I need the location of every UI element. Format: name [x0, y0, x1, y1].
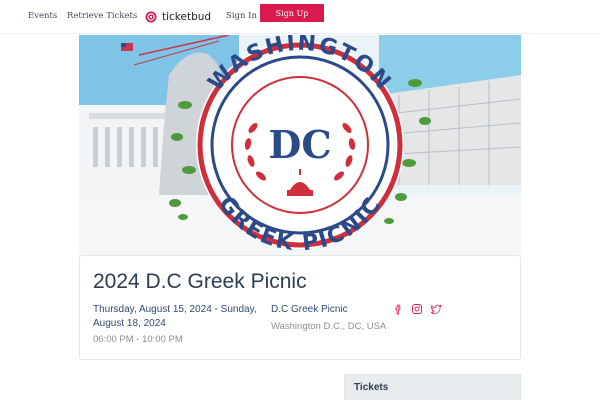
event-title: 2024 D.C Greek Picnic — [93, 270, 307, 293]
event-details-card: 2024 D.C Greek Picnic Thursday, August 1… — [79, 255, 521, 360]
sign-in-link[interactable]: Sign In — [226, 11, 257, 21]
ticketbud-logo-icon — [145, 11, 157, 23]
instagram-icon[interactable] — [411, 303, 423, 315]
tickets-panel-header: Tickets — [344, 374, 521, 400]
brand-name: ticketbud — [162, 11, 212, 23]
banner-center-text: DC — [268, 122, 331, 167]
event-time: 06:00 PM - 10:00 PM — [93, 334, 183, 345]
event-dates: Thursday, August 15, 2024 - Sunday, Augu… — [93, 304, 257, 329]
event-location: Washington D.C., DC, USA — [271, 321, 387, 332]
nav-retrieve-tickets-link[interactable]: Retrieve Tickets — [67, 11, 137, 21]
facebook-icon[interactable] — [392, 303, 404, 315]
event-banner-image: WASHINGTON GREEK PICNIC DC — [79, 35, 521, 255]
ticketbud-logo[interactable]: ticketbud — [145, 9, 211, 25]
sign-up-button[interactable]: Sign Up — [260, 4, 324, 22]
tickets-heading: Tickets — [354, 382, 389, 393]
event-venue[interactable]: D.C Greek Picnic — [271, 304, 348, 315]
twitter-icon[interactable] — [430, 303, 442, 315]
top-navigation: Events Retrieve Tickets ticketbud Sign I… — [0, 0, 600, 34]
nav-events-link[interactable]: Events — [28, 11, 57, 21]
